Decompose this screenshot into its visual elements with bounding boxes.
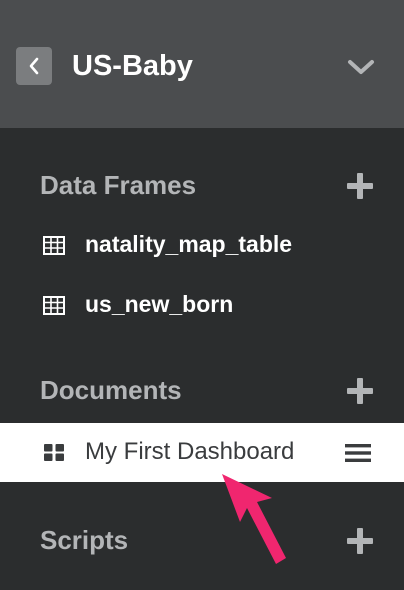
table-icon <box>43 236 65 255</box>
project-menu-button[interactable] <box>346 56 376 78</box>
section-title-scripts: Scripts <box>40 525 129 555</box>
data-frame-item-natality-map-table[interactable]: natality_map_table <box>0 220 404 270</box>
data-frame-label: natality_map_table <box>85 231 293 257</box>
chevron-down-icon <box>348 60 374 74</box>
section-data-frames: Data Frames <box>0 165 404 205</box>
section-title-data-frames: Data Frames <box>40 170 197 200</box>
add-document-button[interactable] <box>346 377 374 405</box>
add-data-frame-button[interactable] <box>346 172 374 200</box>
back-button[interactable] <box>16 47 52 85</box>
section-scripts: Scripts <box>0 520 404 560</box>
data-frame-label: us_new_born <box>85 291 234 317</box>
section-documents: Documents <box>0 370 404 410</box>
data-frame-item-us-new-born[interactable]: us_new_born <box>0 280 404 330</box>
table-icon <box>43 296 65 315</box>
hamburger-menu-icon[interactable] <box>345 443 371 463</box>
project-sidebar: US-Baby Data Frames natality_map_table u… <box>0 0 404 590</box>
project-title: US-Baby <box>72 50 193 82</box>
add-script-button[interactable] <box>346 527 374 555</box>
project-header: US-Baby <box>0 0 404 128</box>
document-item-my-first-dashboard[interactable]: My First Dashboard <box>0 423 404 482</box>
section-title-documents: Documents <box>40 375 182 405</box>
dashboard-icon <box>44 444 64 461</box>
document-label: My First Dashboard <box>85 438 295 465</box>
chevron-left-icon <box>29 57 39 75</box>
